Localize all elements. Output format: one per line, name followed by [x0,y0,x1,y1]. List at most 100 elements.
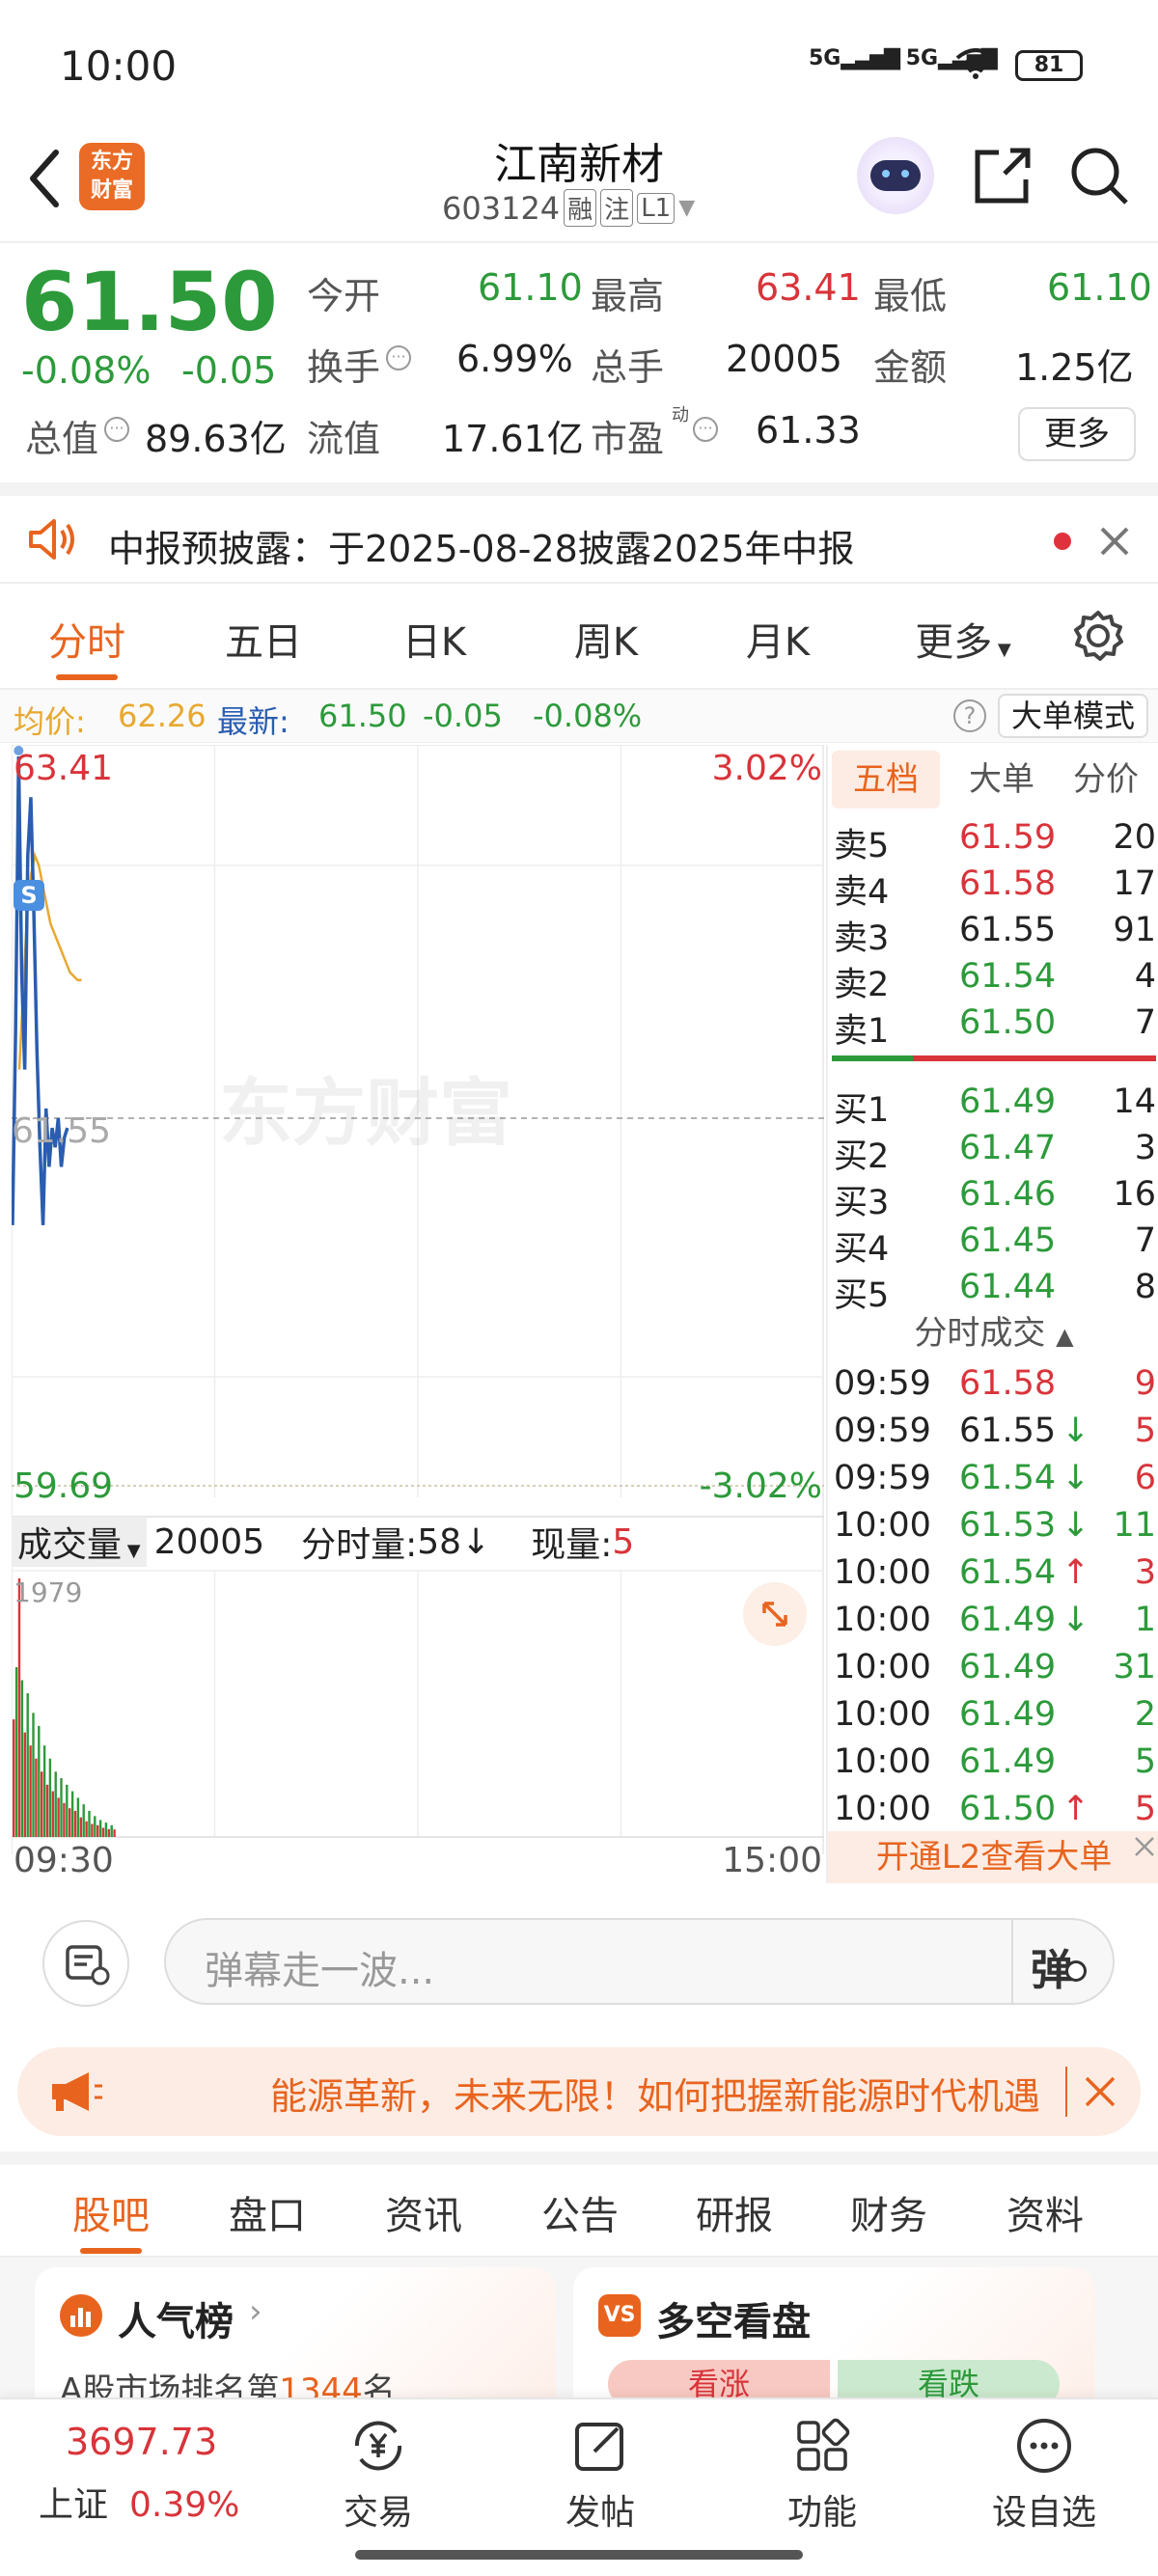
float-cap-label: 流值 [307,418,381,460]
index-quote[interactable]: 3697.73 上证 0.39% [39,2421,261,2546]
status-time: 10:00 [60,42,178,90]
tab-handicap[interactable]: 盘口 [214,2184,320,2240]
tab-daily-k[interactable]: 日K [386,611,482,667]
market-cap-label: 总值 [25,418,99,460]
minute-volume-value: 58 [417,1521,462,1562]
chevron-down-icon[interactable]: ▼ [678,196,695,220]
chart-grid [11,744,824,1854]
trade-price: 61.54 [959,1459,1057,1497]
trade-direction-icon: ↑ [1062,1553,1090,1592]
help-icon[interactable]: ? [953,699,986,732]
info-icon[interactable]: ··· [386,345,411,370]
intraday-chart[interactable]: 东方财富 63.41 3.02% 61.55 59.69 -3.02% S 成交… [11,744,824,1883]
tab-profile[interactable]: 资料 [992,2184,1098,2240]
bid-volume: 7 [1134,1221,1156,1260]
trade-row: 10:00 61.49 31 [834,1646,1156,1692]
tab-five-day[interactable]: 五日 [210,611,317,667]
trade-price: 61.49 [959,1601,1057,1639]
sell-signal-marker[interactable]: S [14,880,44,911]
nav-trade[interactable]: 交易 [311,2415,446,2535]
trade-volume: 11 [1113,1506,1156,1545]
ask-row: 卖3 61.55 91 [834,909,1156,958]
ask-volume: 4 [1134,957,1156,996]
nav-functions[interactable]: 功能 [755,2415,890,2535]
note-settings-button[interactable] [42,1920,129,2007]
low-value: 61.10 [1047,266,1152,309]
tab-five-levels[interactable]: 五档 [832,751,940,808]
high-value: 63.41 [756,266,861,309]
volume-selector[interactable]: 成交量 ▼ [12,1517,147,1567]
tab-price-dist[interactable]: 分价 [1056,751,1156,808]
big-order-mode-button[interactable]: 大单模式 [998,694,1148,738]
price-info-bar: 均价: 62.26 最新: 61.50 -0.05 -0.08% ? 大单模式 [0,690,1158,743]
tab-forum[interactable]: 股吧 [58,2184,164,2254]
nav-add-watchlist[interactable]: 设自选 [977,2415,1112,2535]
close-icon[interactable] [1083,2074,1117,2109]
nav-post[interactable]: 发帖 [533,2415,668,2535]
volume-bar [107,1828,110,1837]
trade-row: 10:00 61.49 5 [834,1740,1156,1787]
ask-volume: 91 [1113,911,1156,949]
share-icon[interactable] [970,143,1035,208]
volume-total: 20005 [153,1521,265,1562]
notice-bar[interactable]: 中报预披露：于2025-08-28披露2025年中报 [0,482,1158,584]
volume-bar [48,1758,52,1837]
tab-more[interactable]: 更多 ▼ [905,611,1021,667]
l2-upgrade-banner[interactable]: 开通L2查看大单 [828,1831,1158,1883]
volume-bar [85,1821,88,1837]
volume-max-label: 1979 [14,1576,83,1608]
feature-cards: 人气榜 › A股市场排名第1344名 VS 多空看盘 看涨 看跌 [0,2258,1158,2422]
ai-assistant-icon[interactable] [857,137,934,214]
trade-price: 61.49 [959,1742,1057,1781]
promo-banner[interactable]: 能源革新，未来无限！如何把握新能源时代机遇 [17,2047,1141,2136]
ask-price: 61.58 [959,864,1057,903]
tab-financials[interactable]: 财务 [836,2184,942,2240]
info-icon[interactable]: ··· [693,417,718,442]
trades-title[interactable]: 分时成交 ▲ [828,1306,1158,1354]
volume-bar [54,1771,57,1837]
divider [1065,2067,1067,2117]
settings-gear-icon[interactable] [1071,609,1125,663]
trade-price: 61.55 [959,1411,1057,1450]
trade-price: 61.50 [959,1790,1057,1828]
order-book-panel: 五档 大单 分价 卖5 61.59 20 卖4 61.58 17 卖3 61.55 91 卖2 61… [826,745,1158,1883]
danmaku-toggle-button[interactable]: 弹 [1031,1935,1098,1995]
trade-volume: 5 [1134,1411,1156,1450]
volume-bar [41,1771,43,1837]
ask-volume: 17 [1113,864,1156,903]
tab-research[interactable]: 研报 [681,2184,787,2240]
volume-bar [63,1802,66,1837]
ask-level-label: 卖1 [834,1012,890,1051]
close-icon[interactable] [1133,1835,1156,1858]
tab-intraday[interactable]: 分时 [39,611,135,680]
volume-bar [26,1693,29,1837]
latest-change: -0.05 [423,698,503,734]
expand-icon[interactable] [743,1582,807,1646]
volume-bar [101,1827,105,1837]
close-icon[interactable] [1098,525,1131,558]
chart-bottom-price: 59.69 [14,1466,114,1506]
bid-ask-ratio-bar [832,1055,1156,1061]
change-percent: -0.08% [21,349,152,392]
trade-row: 10:00 61.53 ↓ 11 [834,1504,1156,1550]
danmaku-input[interactable]: 弹幕走一波... 弹 [164,1918,1115,2005]
tab-monthly-k[interactable]: 月K [730,611,826,667]
more-quote-button[interactable]: 更多 [1018,407,1136,461]
trade-time: 09:59 [834,1364,931,1403]
trade-volume: 2 [1134,1695,1156,1734]
index-pct: 0.39% [129,2485,240,2525]
ask-level-label: 卖3 [834,919,890,958]
info-icon[interactable]: ··· [104,417,129,442]
tab-announcements[interactable]: 公告 [527,2184,633,2240]
tab-weekly-k[interactable]: 周K [558,611,654,667]
tab-news[interactable]: 资讯 [371,2184,477,2240]
trade-volume: 5 [1134,1790,1156,1828]
search-icon[interactable] [1066,143,1132,208]
tab-big-orders[interactable]: 大单 [953,751,1050,808]
turnover-value: 6.99% [456,338,573,380]
volume-bar [79,1817,82,1837]
trade-price: 61.54 [959,1553,1057,1592]
chart-end-time: 15:00 [722,1841,822,1880]
avg-price-label: 均价: [14,703,86,740]
market-cap-value: 89.63亿 [145,418,287,460]
